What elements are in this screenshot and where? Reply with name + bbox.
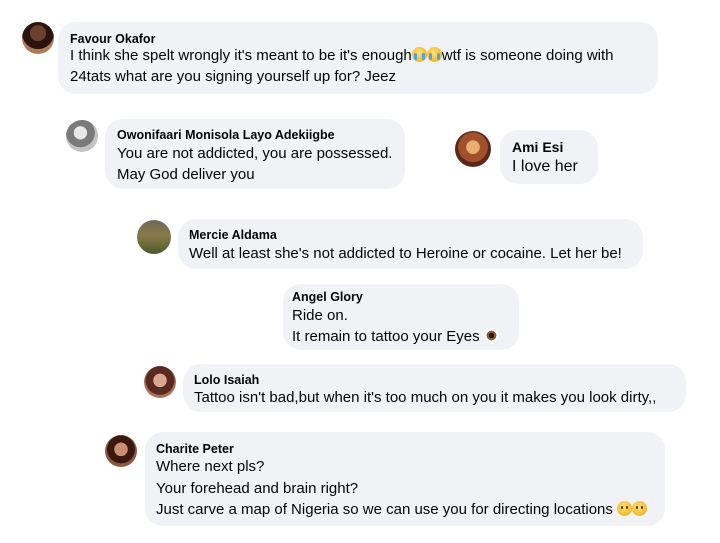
- comment-text-line: Tattoo isn't bad,but when it's too much …: [194, 389, 657, 406]
- comment-text-segment: It remain to tattoo your Eyes: [292, 328, 480, 345]
- sad-face-icon: [617, 501, 633, 516]
- comment-author-name[interactable]: Mercie Aldama: [189, 228, 277, 242]
- comment-text-line: Well at least she's not addicted to Hero…: [189, 245, 622, 262]
- comment-text-line: Just carve a map of Nigeria so we can us…: [156, 501, 648, 518]
- comment-text-segment: wtf is someone doing with: [441, 47, 614, 64]
- comment-text-segment: Just carve a map of Nigeria so we can us…: [156, 501, 613, 518]
- comment-author-name[interactable]: Angel Glory: [292, 290, 363, 304]
- avatar-favour-okafor[interactable]: [22, 22, 54, 54]
- comment-text-line: May God deliver you: [117, 166, 255, 183]
- comment-text-line: I think she spelt wrongly it's meant to …: [70, 47, 614, 64]
- sad-face-icon: [632, 501, 648, 516]
- avatar-charite-peter[interactable]: [105, 435, 137, 467]
- loudly-crying-face-icon: [426, 47, 442, 62]
- loudly-crying-face-icon: [411, 47, 427, 62]
- comment-text-line: 24tats what are you signing yourself up …: [70, 68, 397, 85]
- comment-text-segment: I think she spelt wrongly it's meant to …: [70, 47, 412, 64]
- avatar-owonifaari[interactable]: [66, 120, 98, 152]
- comment-author-name[interactable]: Owonifaari Monisola Layo Adekiigbe: [117, 128, 335, 142]
- comment-text-line: Ride on.: [292, 307, 348, 324]
- comment-author-name[interactable]: Favour Okafor: [70, 32, 155, 46]
- comment-text-line: I love her: [512, 158, 578, 175]
- eye-icon: [483, 328, 499, 343]
- avatar-mercie-aldama[interactable]: [137, 220, 171, 254]
- avatar-lolo-isaiah[interactable]: [144, 366, 176, 398]
- comment-author-name[interactable]: Ami Esi: [512, 139, 563, 155]
- comment-text-line: Your forehead and brain right?: [156, 480, 359, 497]
- comment-text-line: Where next pls?: [156, 458, 265, 475]
- avatar-ami-esi[interactable]: [455, 131, 491, 167]
- comment-text-line: You are not addicted, you are possessed.: [117, 145, 393, 162]
- comment-text-line: It remain to tattoo your Eyes: [292, 328, 499, 345]
- comment-author-name[interactable]: Charite Peter: [156, 442, 234, 456]
- comment-author-name[interactable]: Lolo Isaiah: [194, 373, 259, 387]
